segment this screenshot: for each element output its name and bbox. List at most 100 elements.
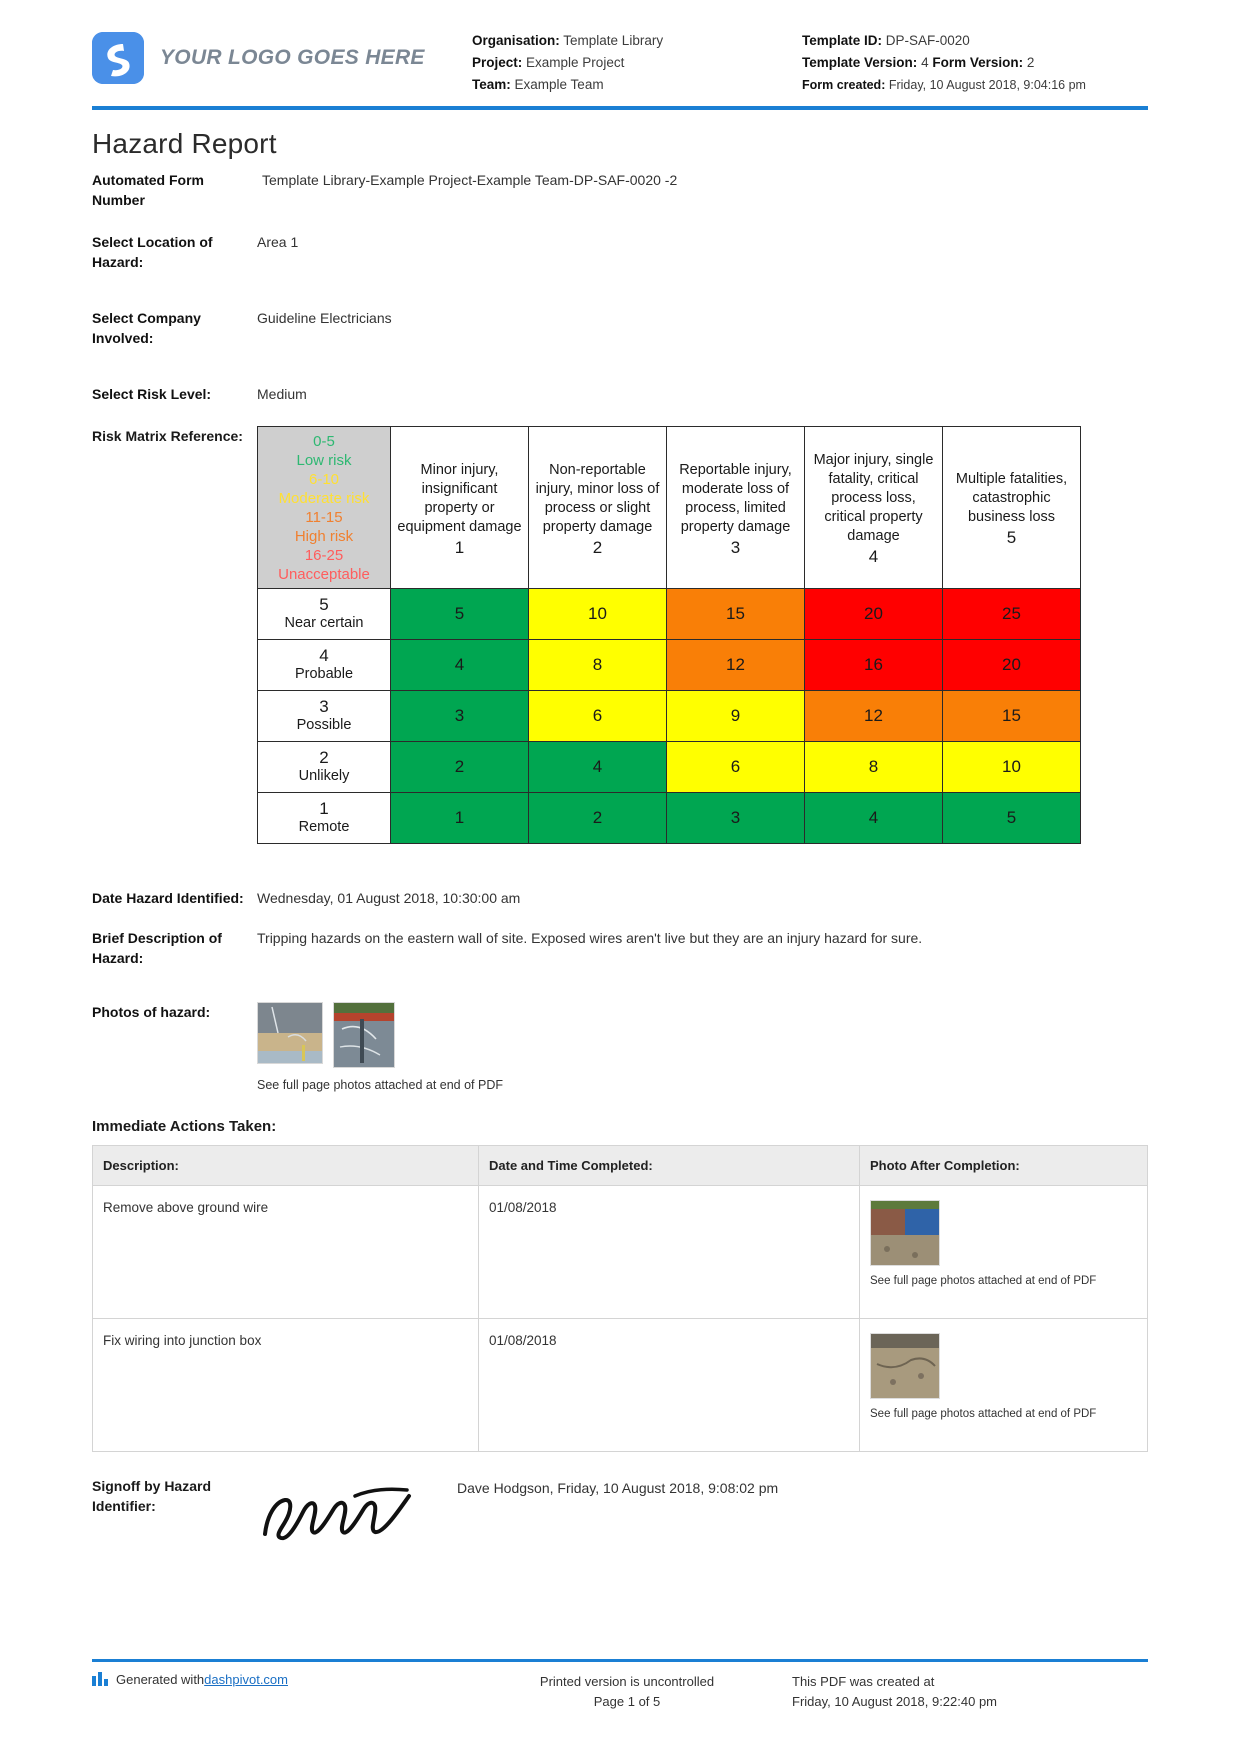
footer-created-date: Friday, 10 August 2018, 9:22:40 pm: [792, 1694, 998, 1709]
matrix-row-number: 4: [319, 646, 329, 665]
signoff-label: Signoff by Hazard Identifier:: [92, 1478, 212, 1514]
template-version-label: Template Version:: [802, 55, 918, 70]
table-header-row: Description: Date and Time Completed: Ph…: [92, 1145, 1148, 1186]
hazard-photo-2[interactable]: [333, 1002, 395, 1068]
field-automated-form-number: Automated Form Number Template Library-E…: [92, 170, 1148, 210]
matrix-column-header: Multiple fatalities, catastrophic busine…: [942, 426, 1081, 589]
cell-description: Fix wiring into junction box: [92, 1318, 479, 1452]
logo-block: YOUR LOGO GOES HERE: [92, 24, 472, 84]
matrix-row-text: Unlikely: [298, 768, 350, 784]
field-value: Tripping hazards on the eastern wall of …: [257, 930, 923, 946]
matrix-cell: 2: [528, 792, 667, 844]
matrix-cell: 5: [942, 792, 1081, 844]
project-value: Example Project: [526, 55, 625, 70]
field-value: Area 1: [257, 234, 299, 250]
document-footer: Generated with dashpivot.com Printed ver…: [0, 1659, 1240, 1712]
form-version-value: 2: [1026, 55, 1035, 70]
action-photo-note: See full page photos attached at end of …: [870, 1408, 1097, 1420]
matrix-cell: 4: [528, 741, 667, 793]
footer-middle: Printed version is uncontrolled Page 1 o…: [462, 1672, 792, 1712]
hazard-photos-note: See full page photos attached at end of …: [257, 1078, 504, 1092]
action-photo[interactable]: [870, 1200, 940, 1266]
risk-matrix-label: Risk Matrix Reference:: [92, 428, 243, 444]
field-label: Date Hazard Identified:: [92, 890, 244, 906]
page-title: Hazard Report: [92, 128, 277, 159]
matrix-cell: 9: [666, 690, 805, 742]
matrix-cell: 10: [528, 588, 667, 640]
template-version-line: Template Version: 4 Form Version: 2: [802, 52, 1086, 74]
organisation-value: Template Library: [563, 33, 664, 48]
matrix-legend-cell: 0-5 Low risk 6-10 Moderate risk 11-15 High ri…: [257, 426, 391, 589]
matrix-column-number: 5: [1006, 528, 1017, 547]
matrix-column-number: 4: [868, 547, 879, 566]
matrix-column-header: Minor injury, insignificant property or …: [390, 426, 529, 589]
footer-generated-text: Generated with: [116, 1672, 205, 1687]
matrix-cell: 25: [942, 588, 1081, 640]
matrix-row-header: 2 Unlikely: [257, 741, 391, 793]
field-value: Medium: [257, 386, 307, 402]
legend-range: 6-10: [308, 471, 340, 488]
matrix-cell: 5: [390, 588, 529, 640]
matrix-cell: 10: [942, 741, 1081, 793]
matrix-column-number: 2: [592, 537, 603, 557]
legend-range: 0-5: [313, 433, 335, 450]
matrix-row-text: Probable: [294, 666, 354, 682]
matrix-column-header: Non-reportable injury, minor loss of pro…: [528, 426, 667, 589]
cell-date: 01/08/2018: [478, 1318, 860, 1452]
field-label: Select Risk Level:: [92, 386, 212, 402]
project-label: Project:: [472, 55, 523, 70]
field-value: Template Library-Example Project-Example…: [262, 172, 678, 188]
footer-page-number: Page 1 of 5: [593, 1694, 661, 1709]
matrix-column-number: 1: [454, 537, 465, 557]
matrix-header-row: 0-5 Low risk 6-10 Moderate risk 11-15 High ri…: [257, 426, 1081, 589]
legend-range: 11-15: [305, 509, 343, 526]
footer-uncontrolled: Printed version is uncontrolled: [539, 1674, 715, 1689]
template-id-label: Template ID:: [802, 33, 883, 48]
field-label: Select Company Involved:: [92, 310, 201, 346]
matrix-cell: 2: [390, 741, 529, 793]
footer-generated: Generated with dashpivot.com: [92, 1672, 462, 1712]
field-label: Select Location of Hazard:: [92, 234, 213, 270]
field-label: Photos of hazard:: [92, 1004, 211, 1020]
signoff-section: Signoff by Hazard Identifier: Dave Hodgs…: [92, 1476, 1148, 1561]
matrix-column-header: Major injury, single fatality, critical …: [804, 426, 943, 589]
matrix-row-number: 2: [319, 748, 329, 767]
document-body: Hazard Report Automated Form Number Temp…: [0, 128, 1240, 1561]
matrix-row-number: 5: [319, 595, 329, 614]
matrix-column-number: 3: [730, 537, 741, 557]
column-header-photo: Photo After Completion:: [859, 1145, 1148, 1186]
bar-chart-icon: [92, 1672, 108, 1689]
template-id-line: Template ID: DP-SAF-0020: [802, 30, 1086, 52]
form-created-label: Form created:: [802, 78, 886, 92]
organisation-line: Organisation: Template Library: [472, 30, 802, 52]
field-description: Brief Description of Hazard: Tripping ha…: [92, 928, 1148, 968]
field-value: Guideline Electricians: [257, 310, 392, 326]
immediate-actions-table: Description: Date and Time Completed: Ph…: [92, 1145, 1148, 1452]
matrix-row: 3 Possible 3 6 9 12 15: [257, 690, 1081, 742]
matrix-cell: 15: [666, 588, 805, 640]
team-line: Team: Example Team: [472, 74, 802, 96]
matrix-cell: 3: [666, 792, 805, 844]
matrix-cell: 4: [390, 639, 529, 691]
hazard-photo-1[interactable]: [257, 1002, 323, 1064]
matrix-cell: 8: [528, 639, 667, 691]
matrix-cell: 12: [666, 639, 805, 691]
column-header-date: Date and Time Completed:: [478, 1145, 860, 1186]
immediate-actions-heading: Immediate Actions Taken:: [92, 1118, 277, 1135]
matrix-row-number: 1: [319, 799, 329, 818]
dashpivot-link[interactable]: dashpivot.com: [204, 1672, 288, 1687]
matrix-cell: 16: [804, 639, 943, 691]
field-label: Brief Description of Hazard:: [92, 930, 222, 966]
cell-photo: See full page photos attached at end of …: [859, 1185, 1148, 1319]
legend-label: Moderate risk: [278, 490, 370, 507]
field-location: Select Location of Hazard: Area 1: [92, 232, 1148, 290]
form-created-value: Friday, 10 August 2018, 9:04:16 pm: [888, 78, 1086, 92]
table-row: Remove above ground wire 01/08/2018 See fu…: [92, 1185, 1148, 1319]
company-logo-icon: [92, 32, 144, 84]
field-company: Select Company Involved: Guideline Elect…: [92, 308, 1148, 366]
action-photo[interactable]: [870, 1333, 940, 1399]
cell-photo: See full page photos attached at end of …: [859, 1318, 1148, 1452]
matrix-row-text: Near certain: [284, 615, 364, 631]
matrix-row-text: Remote: [298, 819, 350, 835]
field-label: Automated Form Number: [92, 172, 204, 208]
